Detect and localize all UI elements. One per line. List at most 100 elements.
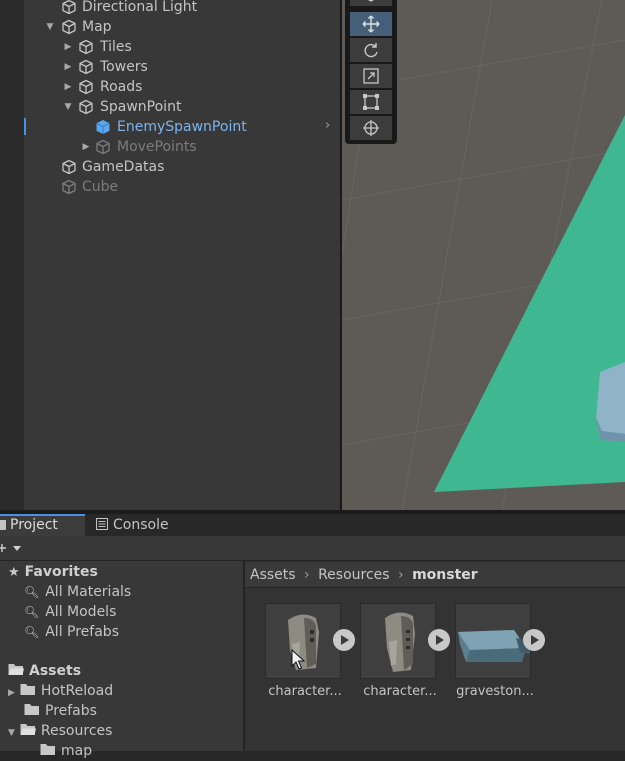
rect-icon (363, 94, 379, 110)
hierarchy-item-label: Cube (82, 179, 119, 195)
rect-tool-button[interactable] (350, 90, 392, 114)
asset-tile[interactable]: character... (360, 603, 450, 699)
plus-dropdown-icon (0, 544, 21, 552)
asset-label: character... (268, 684, 342, 699)
expand-arrow-down-icon[interactable]: ▼ (8, 728, 15, 738)
selection-marker (24, 118, 26, 135)
hierarchy-item-label: Roads (100, 79, 143, 95)
play-preview-button[interactable] (428, 629, 450, 651)
expand-arrow-right-icon[interactable]: ▶ (8, 688, 15, 698)
gameobject-cube-icon (78, 59, 94, 75)
search-icon: 🔍︎ (24, 625, 40, 639)
folder-icon (0, 520, 6, 530)
hierarchy-item-label: MovePoints (117, 139, 197, 155)
scene-tools-toolbar (345, 0, 397, 144)
hierarchy-item-label: SpawnPoint (100, 99, 182, 115)
tab-console-label: Console (113, 517, 169, 533)
folder-icon (40, 744, 55, 755)
breadcrumb-item-monster[interactable]: monster (412, 567, 478, 583)
hierarchy-item-spawnpoint[interactable]: ▼ SpawnPoint (24, 97, 340, 117)
mouse-cursor-icon (291, 649, 305, 670)
hierarchy-item-label: Tiles (100, 39, 132, 55)
breadcrumb-item-resources[interactable]: Resources (318, 567, 390, 583)
hierarchy-item-map[interactable]: ▼ Map (24, 17, 340, 37)
gameobject-cube-icon (78, 39, 94, 55)
hierarchy-item-cube[interactable]: Cube (24, 177, 340, 197)
transform-tool-button[interactable] (350, 116, 392, 140)
asset-label: character... (363, 684, 437, 699)
expand-arrow-right-icon[interactable]: ▶ (62, 77, 74, 97)
favorites-item-label: All Materials (45, 584, 132, 600)
favorites-item-all-prefabs[interactable]: 🔍︎ All Prefabs (24, 622, 119, 642)
hierarchy-item-roads[interactable]: ▶ Roads (24, 77, 340, 97)
breadcrumb-separator-icon: › (304, 567, 310, 583)
asset-tile[interactable]: character... (265, 603, 355, 699)
gameobject-cube-icon (61, 159, 77, 175)
breadcrumb-path: Assets › Resources › monster (250, 565, 478, 585)
hierarchy-item-label: Map (82, 19, 112, 35)
breadcrumb: Assets › Resources › monster (245, 563, 625, 588)
hierarchy-item-movepoints[interactable]: ▶ MovePoints (24, 137, 340, 157)
expand-arrow-down-icon[interactable]: ▼ (44, 17, 56, 37)
hand-tool-button[interactable] (350, 0, 392, 6)
asset-label: graveston... (456, 684, 534, 699)
bottom-tab-bar: Project Console (0, 514, 625, 536)
hierarchy-gutter (0, 0, 24, 510)
move-arrows-icon (362, 15, 380, 33)
hierarchy-item-enemyspawnpoint[interactable]: EnemySpawnPoint (24, 117, 340, 137)
hierarchy-item-directional-light[interactable]: Directional Light (24, 0, 340, 17)
folder-map[interactable]: map (40, 741, 92, 761)
hierarchy-item-label: GameDatas (82, 159, 165, 175)
folder-resources[interactable]: ▼ Resources (8, 721, 112, 741)
tab-project[interactable]: Project (0, 514, 85, 536)
play-preview-button[interactable] (523, 629, 545, 651)
expand-arrow-right-icon[interactable]: ▶ (62, 37, 74, 57)
scene-object[interactable] (596, 362, 625, 434)
favorites-item-label: All Models (45, 604, 117, 620)
hand-icon (368, 0, 374, 2)
favorites-item-all-materials[interactable]: 🔍︎ All Materials (24, 582, 131, 602)
folder-open-icon (8, 664, 24, 675)
gameobject-cube-icon (61, 0, 77, 15)
scale-icon (363, 68, 379, 84)
assets-root[interactable]: Assets (8, 661, 81, 681)
hierarchy-item-tiles[interactable]: ▶ Tiles (24, 37, 340, 57)
create-dropdown-button[interactable] (0, 540, 26, 556)
expand-arrow-down-icon[interactable]: ▼ (62, 97, 74, 117)
search-icon: 🔍︎ (24, 605, 40, 619)
expand-arrow-right-icon[interactable]: ▶ (80, 137, 92, 157)
hierarchy-item-label: Towers (100, 59, 148, 75)
asset-tile[interactable]: graveston... (455, 603, 545, 699)
play-preview-button[interactable] (333, 629, 355, 651)
folder-label: HotReload (40, 683, 114, 699)
character-model-icon (360, 603, 436, 679)
folder-prefabs[interactable]: Prefabs (24, 701, 97, 721)
project-folder-tree: ★ Favorites 🔍︎ All Materials 🔍︎ All Models … (0, 561, 243, 759)
console-icon (96, 518, 108, 530)
scale-tool-button[interactable] (350, 64, 392, 88)
assets-root-label: Assets (29, 663, 82, 679)
hierarchy-item-towers[interactable]: ▶ Towers (24, 57, 340, 77)
favorites-item-all-models[interactable]: 🔍︎ All Models (24, 602, 116, 622)
expand-arrow-right-icon[interactable]: ▶ (62, 57, 74, 77)
folder-hotreload[interactable]: ▶ HotReload (8, 681, 113, 701)
chevron-right-icon[interactable]: › (325, 118, 330, 133)
transform-icon (363, 120, 379, 136)
project-toolbar (0, 536, 625, 561)
gameobject-cube-icon (61, 19, 77, 35)
folder-icon (24, 704, 39, 715)
tab-console[interactable]: Console (96, 514, 169, 536)
breadcrumb-item-assets[interactable]: Assets (250, 567, 296, 583)
gameobject-cube-icon (95, 139, 111, 155)
favorites-label: Favorites (24, 564, 98, 580)
ground-plane[interactable] (434, 115, 625, 492)
move-tool-button[interactable] (350, 12, 392, 36)
search-icon: 🔍︎ (24, 585, 40, 599)
hierarchy-panel: Directional Light ▼ Map ▶ Tiles ▶ Towers… (24, 0, 340, 510)
favorites-item-label: All Prefabs (45, 624, 119, 640)
rotate-tool-button[interactable] (350, 38, 392, 62)
hierarchy-item-gamedatas[interactable]: GameDatas (24, 157, 340, 177)
hierarchy-item-label: EnemySpawnPoint (117, 119, 247, 135)
favorites-header[interactable]: ★ Favorites (8, 562, 98, 582)
hierarchy-item-label: Directional Light (82, 0, 198, 15)
